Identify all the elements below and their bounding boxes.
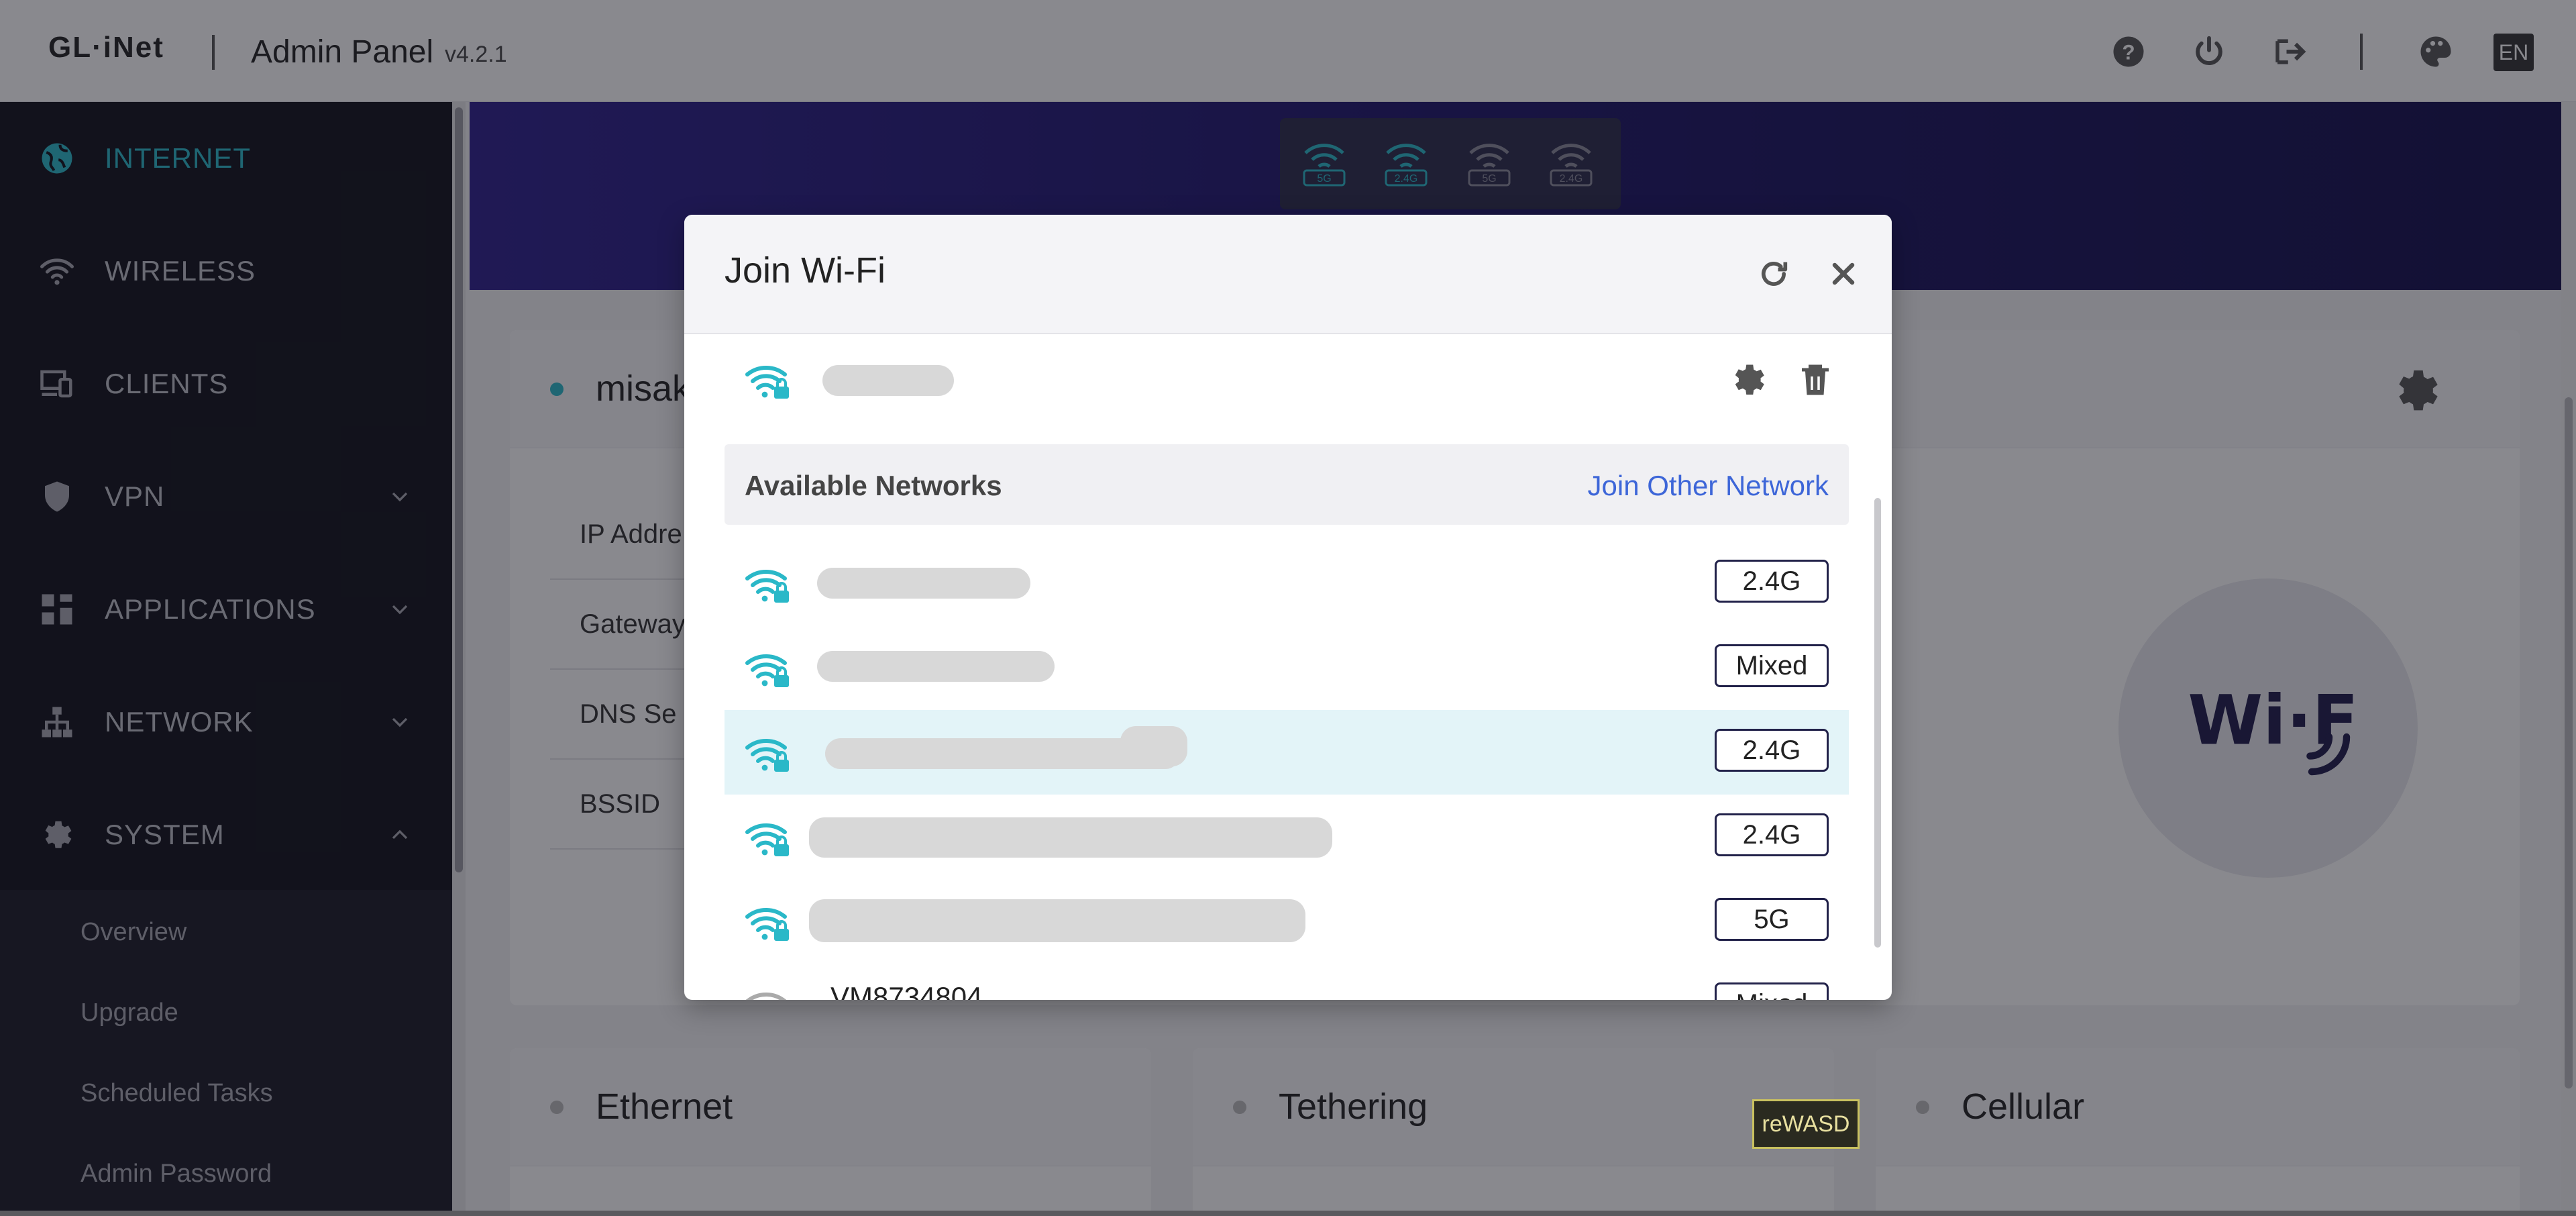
band-badge: 2.4G	[1715, 729, 1829, 772]
redacted-ssid	[809, 899, 1305, 942]
network-row[interactable]: Mixed	[724, 625, 1849, 710]
network-settings-button[interactable]	[1728, 360, 1768, 400]
network-row[interactable]: 2.4G	[724, 541, 1849, 625]
network-row[interactable]: VM8734804 Mixed	[724, 964, 1849, 1000]
close-icon	[1832, 262, 1855, 285]
band-badge: Mixed	[1715, 644, 1829, 687]
band-badge: 5G	[1715, 898, 1829, 941]
refresh-button[interactable]	[1752, 252, 1795, 295]
redacted-ssid	[817, 651, 1055, 682]
delete-network-button[interactable]	[1795, 360, 1835, 400]
band-badge: 2.4G	[1715, 560, 1829, 603]
wifi-lock-icon	[745, 647, 793, 690]
saved-network-row[interactable]	[724, 334, 1849, 428]
join-other-network-link[interactable]: Join Other Network	[1588, 470, 1829, 502]
gear-icon	[1735, 364, 1764, 395]
redacted-ssid	[1120, 726, 1187, 766]
window-bottom-edge	[0, 1211, 2576, 1216]
wifi-lock-icon	[745, 731, 793, 774]
wifi-lock-icon	[745, 816, 793, 859]
network-row-selected[interactable]: 2.4G	[724, 710, 1849, 795]
join-wifi-modal: Join Wi-Fi Available Networks Join Other…	[684, 215, 1892, 1000]
wifi-lock-icon	[745, 901, 793, 944]
rewasd-tooltip: reWASD	[1752, 1099, 1860, 1149]
modal-scrollbar[interactable]	[1874, 498, 1881, 948]
wifi-lock-icon	[745, 562, 793, 605]
band-badge: 2.4G	[1715, 813, 1829, 856]
network-ssid: VM8734804	[830, 981, 983, 1000]
available-networks-header: Available Networks Join Other Network	[724, 444, 1849, 525]
redacted-ssid	[822, 365, 954, 396]
available-networks-title: Available Networks	[745, 470, 1002, 501]
refresh-icon	[1762, 262, 1788, 286]
network-row[interactable]: 2.4G	[724, 795, 1849, 879]
redacted-ssid	[809, 817, 1332, 858]
modal-body: Available Networks Join Other Network 2.…	[684, 334, 1892, 1000]
band-badge: Mixed	[1715, 982, 1829, 1000]
close-button[interactable]	[1822, 252, 1865, 295]
modal-title: Join Wi-Fi	[724, 250, 885, 291]
modal-header: Join Wi-Fi	[684, 215, 1892, 334]
network-row[interactable]: 5G	[724, 879, 1849, 964]
redacted-ssid	[817, 568, 1030, 599]
wifi-icon	[745, 985, 793, 1000]
trash-icon	[1802, 364, 1829, 395]
wifi-lock-icon	[745, 358, 793, 401]
